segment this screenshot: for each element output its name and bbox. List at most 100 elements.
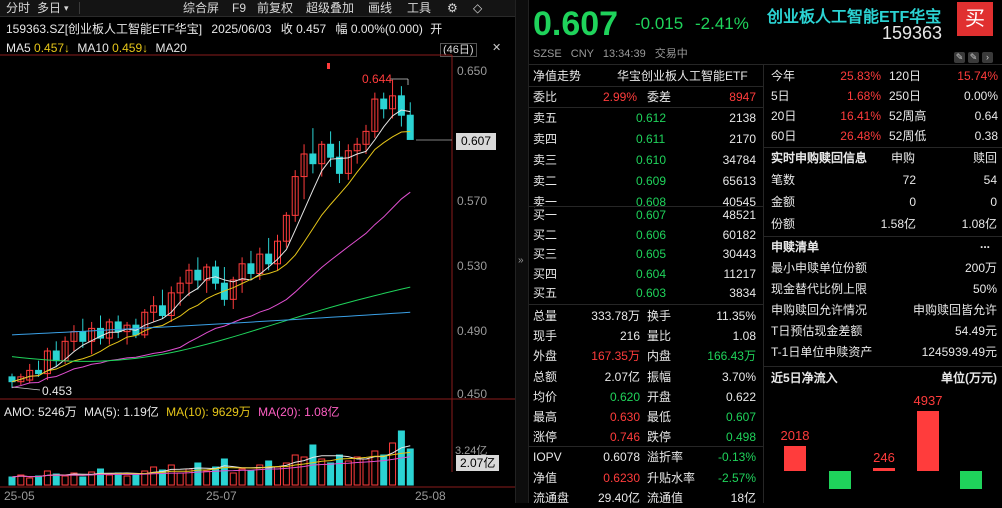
bid-price[interactable]: 0.605 [636,244,666,264]
stat-label: 流通盘 [533,490,570,505]
volume-bar [265,460,273,486]
volume-bar [389,442,397,486]
ask-level-label: 卖四 [533,132,558,146]
ask-price[interactable]: 0.612 [636,108,666,128]
bid-price[interactable]: 0.603 [636,283,666,303]
more-menu-icon[interactable]: ... [980,234,990,254]
buy-button[interactable]: 买 [957,2,993,36]
quote-meta: SZSE CNY 13:34:39 交易中 [533,45,688,61]
ma20-line [11,191,411,389]
kline-chart-panel[interactable]: 159363.SZ[创业板人工智能ETF华宝] 2025/06/03 收 0.4… [0,17,515,503]
ask-level-label: 卖五 [533,111,558,125]
diamond-icon[interactable]: ◇ [473,1,482,16]
edit-icon[interactable]: ✎ [954,52,965,63]
currency-label: CNY [570,48,594,60]
price-tick: 0.450 [457,387,488,401]
subscribe-row-label: 笔数 [771,173,796,187]
stat-label: 净值 [533,470,558,485]
kline-svg [0,54,515,488]
candle-body [406,114,414,140]
multiday-dropdown-icon[interactable]: ▾ [64,1,69,16]
stat-value: 0.607 [725,410,756,424]
volume-bar [150,466,158,486]
tools-button[interactable]: 工具 [407,1,431,16]
candle-body [335,156,343,174]
candle-body [212,266,220,284]
netflow-bar [784,446,806,471]
creation-row-label: 现金替代比例上限 [771,282,868,296]
netflow-bar [829,471,851,490]
bid-price[interactable]: 0.604 [636,264,666,284]
stat-label: 涨停 [533,430,558,445]
volume-bar [26,477,34,486]
ask-price[interactable]: 0.609 [636,171,666,191]
intraday-tab[interactable]: 分时 [6,1,30,16]
bid-level-label: 买三 [533,247,558,261]
stat-value: -2.57% [717,470,756,485]
volume-bar [353,456,361,486]
bid-volume: 48521 [722,208,756,222]
panel-splitter[interactable]: » [515,0,529,503]
bid-price[interactable]: 0.606 [636,225,666,245]
more-icon[interactable]: › [982,52,993,63]
volume-legend: AMO: 5246万 MA(5): 1.19亿 MA(10): 9629万 MA… [4,403,340,420]
stat-value: 216 [619,329,640,344]
ask-price[interactable]: 0.610 [636,150,666,170]
perf-label: 5日 [771,89,790,103]
bid-price[interactable]: 0.607 [636,205,666,225]
volume-bar [79,476,87,486]
volume-bar [35,475,43,486]
expand-arrow-icon[interactable]: » [518,255,524,266]
ratio-label: 委比 [533,90,558,104]
stat-label: 外盘 [533,349,558,364]
volume-bar [291,454,299,486]
redeem-value: 1.08亿 [961,217,997,231]
stat-value: 11.35% [716,309,756,323]
ask-volume: 65613 [722,174,756,188]
bid-level-label: 买五 [533,286,558,300]
low-callout [11,386,41,391]
perf-value: 0.00% [963,89,998,103]
diff-label: 委差 [647,90,672,104]
perf-value: 0.64 [974,109,998,123]
draw-line-button[interactable]: 画线 [368,1,392,16]
creation-row-label: T-1日单位申赎资产 [771,345,873,359]
candle-body [158,305,166,316]
trading-status: 交易中 [654,48,688,60]
price-change-pct: -2.41% [695,14,749,33]
forward-adjust-button[interactable]: 前复权 [257,1,293,16]
stat-value: 29.40亿 [597,490,640,505]
subscribe-col-header: 申购 [891,151,916,165]
multiday-tab[interactable]: 多日 [37,1,61,16]
settings-gear-icon[interactable]: ⚙ [447,1,458,16]
netflow-bar-label: 4937 [913,393,943,408]
stat-label: IOPV [533,450,562,465]
subscribe-value: 0 [909,195,916,209]
stat-value: 1.08 [732,329,756,344]
netflow-bar [873,468,895,471]
overlay-button[interactable]: 超级叠加 [306,1,354,16]
ask-level-label: 卖二 [533,174,558,188]
ask-price[interactable]: 0.611 [636,129,665,149]
vol-ma10: MA(10): 9629万 [166,405,251,419]
stat-label: 最高 [533,410,558,424]
high-price-label: 0.644 [362,72,393,86]
volume-bar [380,454,388,486]
stat-value: 18亿 [730,490,756,505]
ma10-line [11,131,411,383]
stat-value: 0.6078 [603,450,640,465]
stat-value: 0.746 [609,430,640,445]
f9-button[interactable]: F9 [232,1,246,16]
subscribe-row-label: 份额 [771,217,796,231]
subscribe-value: 1.58亿 [880,217,916,231]
orderbook-header-right: 华宝创业板人工智能ETF [617,69,748,83]
pencil-icon[interactable]: ✎ [968,52,979,63]
stat-label: 内盘 [647,349,672,364]
composite-screen-button[interactable]: 综合屏 [183,1,219,16]
chart-toolbar: 分时 多日 ▾ 综合屏 F9 前复权 超级叠加 画线 工具 ⚙ ◇ [0,0,515,17]
stat-value: 0.620 [609,389,640,404]
volume-bar [105,474,113,486]
orderbook-header-left[interactable]: 净值走势 [533,66,581,86]
creation-row-value: 1245939.49元 [921,345,997,359]
creation-row-label: T日预估现金差额 [771,324,863,338]
